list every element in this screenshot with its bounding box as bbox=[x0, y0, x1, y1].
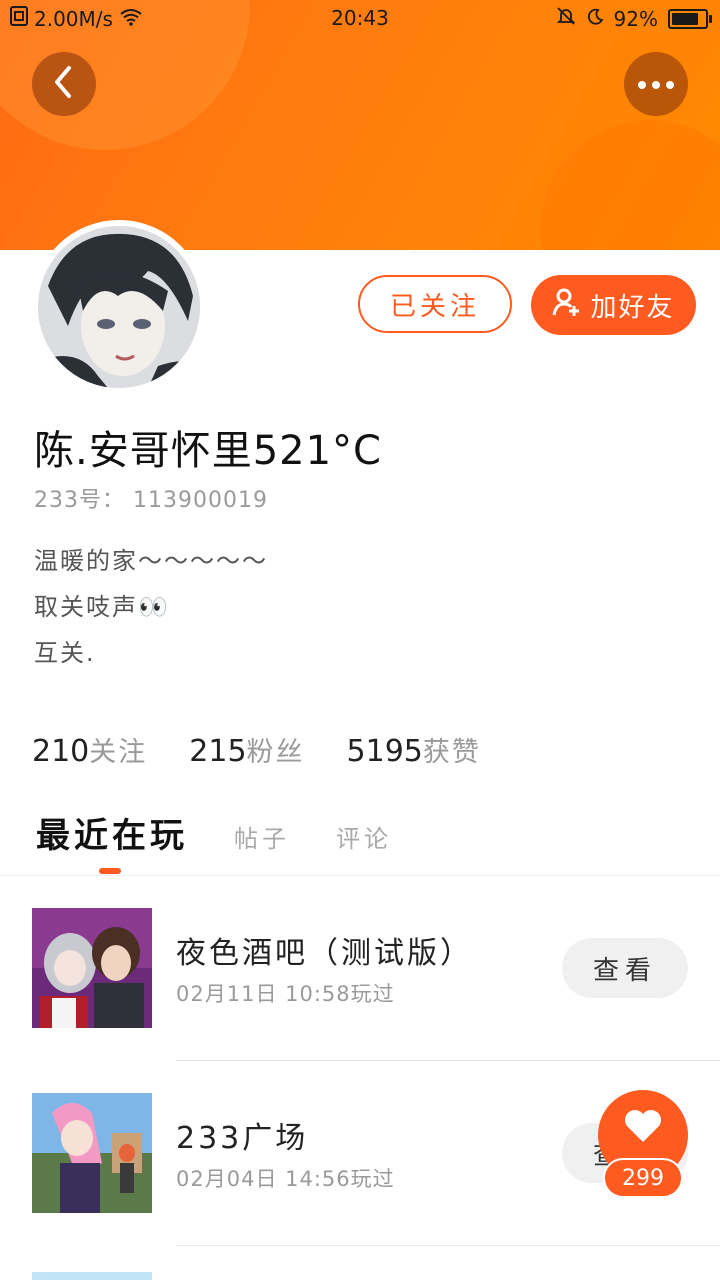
profile-bio: 温暖的家～～～～～ 取关吱声👀 互关. bbox=[34, 538, 268, 676]
moon-icon bbox=[586, 7, 604, 31]
stat-likes[interactable]: 5195获赞 bbox=[347, 730, 481, 769]
add-friend-label: 加好友 bbox=[590, 292, 675, 323]
game-title: 233广场 bbox=[176, 1121, 309, 1156]
like-count-badge: 299 bbox=[603, 1158, 683, 1198]
more-options-button[interactable] bbox=[624, 52, 688, 116]
mute-bell-icon bbox=[556, 6, 576, 31]
stat-number: 210 bbox=[32, 734, 90, 769]
stat-label: 粉丝 bbox=[246, 737, 305, 768]
battery-icon bbox=[668, 8, 712, 29]
view-button[interactable]: 查看 bbox=[562, 938, 688, 998]
divider bbox=[176, 1245, 720, 1246]
stat-label: 关注 bbox=[89, 737, 148, 768]
avatar[interactable] bbox=[32, 220, 206, 394]
profile-stats: 210关注 215粉丝 5195获赞 bbox=[32, 730, 481, 769]
game-thumbnail bbox=[32, 1272, 152, 1280]
stat-followers[interactable]: 215粉丝 bbox=[189, 730, 304, 769]
tab-posts[interactable]: 帖子 bbox=[234, 819, 290, 854]
chevron-left-icon bbox=[51, 65, 77, 103]
avatar-image bbox=[38, 226, 200, 388]
add-friend-button[interactable]: 加好友 bbox=[531, 275, 696, 335]
game-list-item[interactable]: 夜色酒吧（测试版） 02月11日 10:58玩过 查看 bbox=[0, 876, 720, 1061]
followed-button[interactable]: 已关注 bbox=[358, 275, 512, 333]
tab-recent-played[interactable]: 最近在玩 bbox=[36, 808, 188, 857]
game-thumbnail bbox=[32, 1093, 152, 1213]
profile-tabs: 最近在玩 帖子 评论 bbox=[36, 808, 392, 857]
status-bar: 2.00M/s 20:43 92% bbox=[0, 0, 720, 36]
game-played-time: 02月11日 10:58玩过 bbox=[176, 982, 395, 1006]
stat-number: 215 bbox=[189, 734, 247, 769]
bio-line: 取关吱声👀 bbox=[34, 593, 170, 621]
add-user-icon bbox=[552, 287, 582, 324]
heart-icon bbox=[623, 1108, 663, 1148]
stat-following[interactable]: 210关注 bbox=[32, 730, 147, 769]
battery-percent: 92% bbox=[613, 6, 658, 31]
bio-line: 互关. bbox=[34, 639, 96, 667]
profile-banner bbox=[0, 0, 720, 250]
banner-decoration bbox=[540, 120, 720, 250]
stat-label: 获赞 bbox=[422, 737, 481, 768]
stat-number: 5195 bbox=[346, 734, 423, 769]
game-thumbnail bbox=[32, 908, 152, 1028]
back-button[interactable] bbox=[32, 52, 96, 116]
tab-comments[interactable]: 评论 bbox=[336, 819, 392, 854]
bio-line: 温暖的家～～～～～ bbox=[34, 547, 268, 575]
game-played-time: 02月04日 14:56玩过 bbox=[176, 1167, 395, 1191]
more-dots-icon bbox=[636, 75, 676, 94]
tab-indicator bbox=[99, 868, 121, 874]
profile-name: 陈.安哥怀里521°C bbox=[34, 428, 382, 474]
game-title: 夜色酒吧（测试版） bbox=[176, 936, 473, 971]
profile-uid: 233号： 113900019 bbox=[34, 488, 268, 513]
